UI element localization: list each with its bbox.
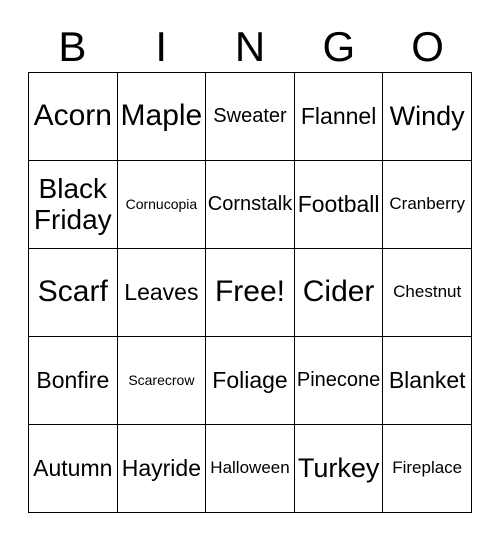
bingo-cell[interactable]: Cider xyxy=(294,249,384,337)
bingo-cell[interactable]: Hayride xyxy=(117,425,207,513)
header-letter-b: B xyxy=(58,23,87,70)
bingo-cell[interactable]: Chestnut xyxy=(383,249,472,337)
bingo-cell-label: Cider xyxy=(302,275,375,309)
bingo-cell-label: Cornstalk xyxy=(207,192,293,215)
bingo-cell-label: Acorn xyxy=(33,99,112,133)
bingo-cell-label: Foliage xyxy=(212,367,288,394)
bingo-cell-label: Scarf xyxy=(37,275,108,309)
bingo-cell[interactable]: Scarf xyxy=(29,249,118,337)
bingo-cell[interactable]: Maple xyxy=(117,73,207,161)
bingo-cell-label: Football xyxy=(297,191,380,218)
bingo-cell[interactable]: Football xyxy=(294,161,384,249)
bingo-cell-label: Sweater xyxy=(213,104,287,127)
bingo-cell[interactable]: Scarecrow xyxy=(117,337,207,425)
bingo-header: B I N G O xyxy=(28,22,472,72)
bingo-cell-label: Bonfire xyxy=(36,367,110,394)
bingo-cell-label: Windy xyxy=(389,100,465,131)
bingo-cell-label: Chestnut xyxy=(393,282,462,302)
bingo-cell-label: Autumn xyxy=(33,455,113,482)
bingo-cell[interactable]: Flannel xyxy=(294,73,384,161)
bingo-cell[interactable]: Cranberry xyxy=(383,161,472,249)
bingo-cell[interactable]: Black Friday xyxy=(29,161,118,249)
bingo-cell[interactable]: Bonfire xyxy=(29,337,118,425)
header-letter-i: I xyxy=(155,23,168,70)
bingo-card: B I N G O Acorn Maple Sweater Flannel Wi… xyxy=(0,0,500,544)
header-letter-g: G xyxy=(322,23,356,70)
bingo-cell-label: Hayride xyxy=(121,455,202,482)
bingo-cell-label: Blanket xyxy=(388,367,466,394)
bingo-cell-label: Leaves xyxy=(124,279,199,306)
bingo-cell[interactable]: Halloween xyxy=(206,425,295,513)
bingo-cell-label: Scarecrow xyxy=(128,371,195,388)
bingo-cell-label: Flannel xyxy=(300,103,377,130)
bingo-cell-label: Free! xyxy=(214,275,285,309)
bingo-cell-label: Cornucopia xyxy=(125,195,198,212)
bingo-cell[interactable]: Pinecone xyxy=(294,337,384,425)
bingo-grid: Acorn Maple Sweater Flannel Windy Black … xyxy=(28,72,472,513)
bingo-cell[interactable]: Windy xyxy=(383,73,472,161)
bingo-cell[interactable]: Blanket xyxy=(383,337,472,425)
bingo-cell[interactable]: Cornucopia xyxy=(117,161,207,249)
bingo-cell-label: Cranberry xyxy=(389,194,465,214)
bingo-cell-label: Turkey xyxy=(297,452,380,483)
bingo-cell[interactable]: Autumn xyxy=(29,425,118,513)
bingo-cell-free[interactable]: Free! xyxy=(206,249,295,337)
bingo-cell-label: Maple xyxy=(120,99,203,133)
bingo-cell[interactable]: Leaves xyxy=(117,249,207,337)
header-letter-o: O xyxy=(411,23,444,70)
bingo-cell[interactable]: Turkey xyxy=(294,425,384,513)
bingo-cell-label: Fireplace xyxy=(392,458,463,478)
bingo-cell-label: Black Friday xyxy=(33,173,112,235)
bingo-cell[interactable]: Sweater xyxy=(206,73,295,161)
bingo-cell[interactable]: Cornstalk xyxy=(206,161,295,249)
bingo-cell[interactable]: Acorn xyxy=(29,73,118,161)
bingo-cell-label: Pinecone xyxy=(296,368,381,391)
bingo-cell-label: Halloween xyxy=(210,458,290,478)
bingo-cell[interactable]: Foliage xyxy=(206,337,295,425)
header-letter-n: N xyxy=(234,23,266,70)
bingo-cell[interactable]: Fireplace xyxy=(383,425,472,513)
